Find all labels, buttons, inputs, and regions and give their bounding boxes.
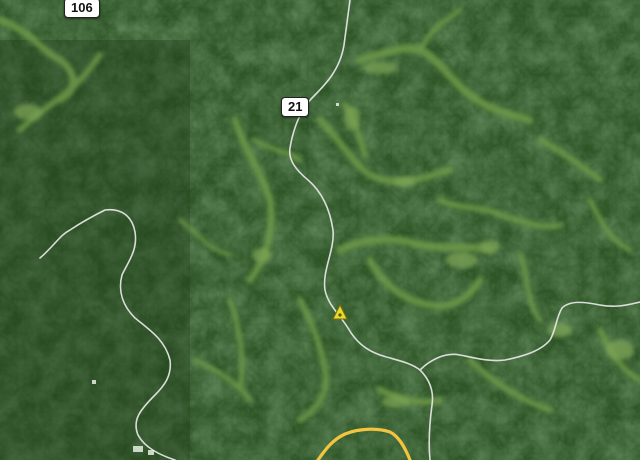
road-shield-21[interactable]: 21 [281, 97, 310, 117]
satellite-map[interactable] [0, 0, 640, 460]
road-shield-106[interactable]: 106 [64, 0, 100, 18]
west-dark-area [0, 40, 190, 460]
